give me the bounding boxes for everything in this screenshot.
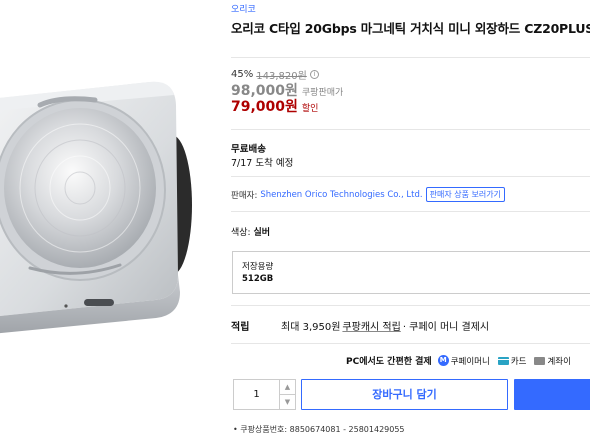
shipping-title: 무료배송	[231, 144, 266, 155]
product-image	[0, 60, 215, 350]
divider	[231, 305, 590, 306]
seller-label: 판매자:	[231, 190, 258, 201]
divider	[231, 57, 590, 58]
payment-coupay: M 쿠페이머니	[437, 355, 490, 367]
seller-name-link[interactable]: Shenzhen Orico Technologies Co., Ltd.	[260, 190, 422, 200]
storage-label: 저장용량	[242, 262, 274, 272]
payment-bank: 계좌이	[534, 355, 571, 367]
color-value: 실버	[253, 228, 271, 238]
seller-products-button[interactable]: 판매자 상품 보러가기	[425, 187, 505, 202]
quantity-buttons: ▲ ▼	[279, 380, 295, 409]
payment-card: 카드	[497, 355, 527, 367]
quantity-input[interactable]: 1	[234, 380, 279, 409]
sale-price: 79,000원	[231, 99, 298, 115]
color-option: 색상: 실버	[231, 225, 270, 238]
divider	[231, 176, 590, 177]
color-label: 색상:	[231, 228, 251, 238]
divider	[231, 211, 590, 212]
payment-coupay-label: 쿠페이머니	[450, 356, 490, 367]
shipping-date: 7/17 도착 예정	[231, 158, 294, 169]
add-to-cart-button[interactable]: 장바구니 담기	[301, 379, 508, 410]
reward-row: 적립 최대 3,950원 쿠팡캐시 적립 · 쿠페이 머니 결제시	[231, 318, 489, 333]
storage-option-box[interactable]: 저장용량 512GB	[232, 251, 590, 294]
divider	[231, 343, 590, 344]
seller-row: 판매자: Shenzhen Orico Technologies Co., Lt…	[231, 187, 505, 202]
payment-bank-label: 계좌이	[547, 356, 571, 367]
product-code: • 쿠팡상품번호: 8850674081 - 25801429055	[233, 425, 405, 434]
divider	[231, 129, 590, 130]
reward-label: 적립	[231, 322, 250, 333]
reward-amount: 최대 3,950원	[281, 322, 341, 333]
product-photo	[0, 81, 192, 334]
brand-link[interactable]: 오리코	[231, 2, 256, 15]
sale-price-row: 79,000원 할인	[231, 96, 318, 116]
payment-methods: PC에서도 간편한 결제 M 쿠페이머니 카드 계좌이	[346, 354, 575, 367]
coupay-icon: M	[437, 355, 449, 366]
payment-title: PC에서도 간편한 결제	[346, 357, 432, 367]
payment-card-label: 카드	[510, 356, 527, 367]
storage-value: 512GB	[242, 274, 274, 284]
card-icon	[497, 356, 509, 365]
quantity-stepper: 1 ▲ ▼	[233, 379, 296, 410]
sale-price-label: 할인	[301, 104, 319, 114]
bank-icon	[534, 356, 546, 365]
buy-now-button[interactable]	[514, 379, 590, 410]
quantity-up-icon[interactable]: ▲	[280, 380, 295, 395]
discount-rate: 45%	[231, 69, 254, 80]
info-icon[interactable]: i	[309, 70, 319, 79]
quantity-down-icon[interactable]: ▼	[280, 395, 295, 409]
reward-condition: · 쿠페이 머니 결제시	[402, 322, 490, 333]
coupang-cash-link[interactable]: 쿠팡캐시 적립	[342, 318, 400, 333]
product-title: 오리코 C타입 20Gbps 마그네틱 거치식 미니 외장하드 CZ20PLUS	[231, 21, 590, 36]
